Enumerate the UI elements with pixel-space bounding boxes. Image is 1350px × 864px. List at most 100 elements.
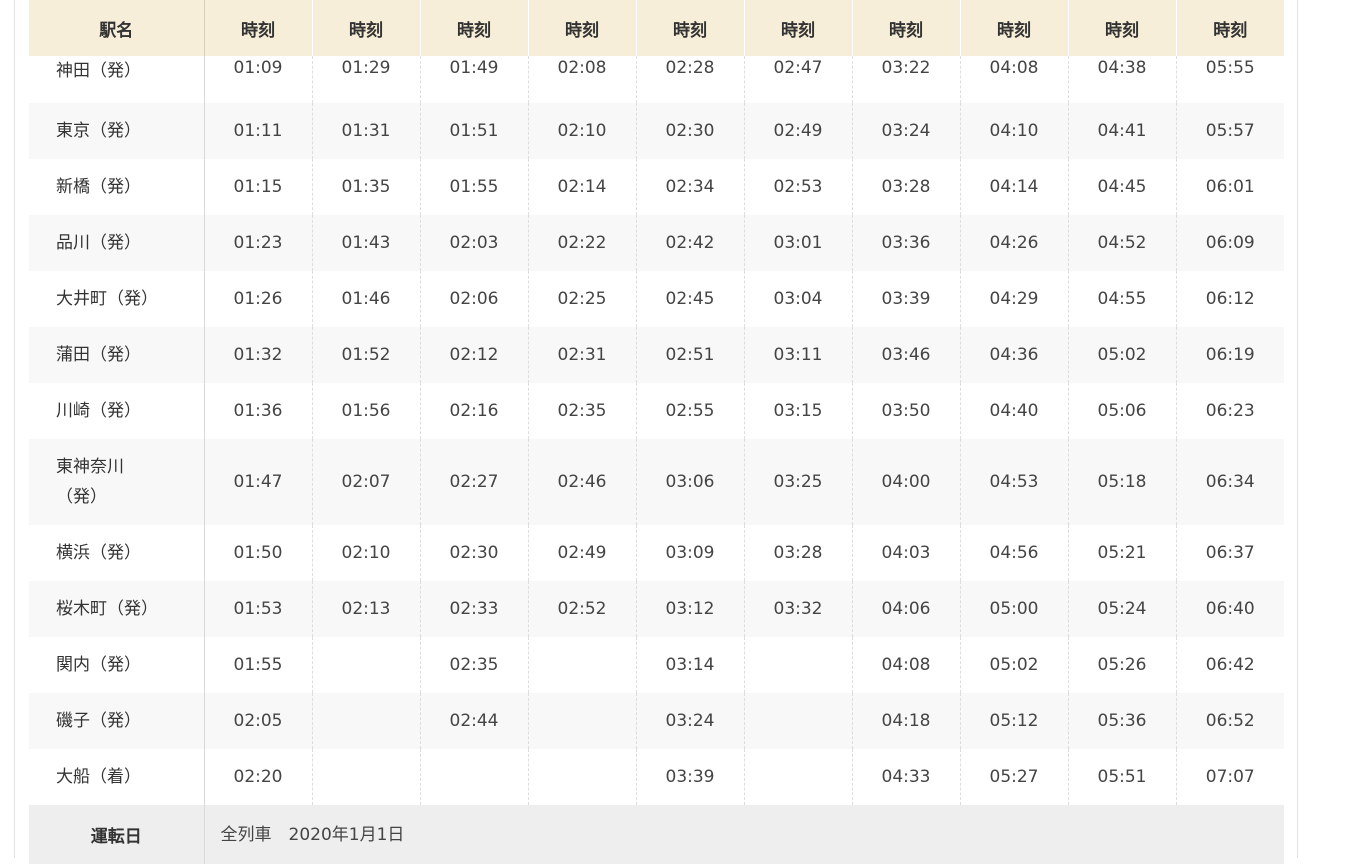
time-cell: 05:21 bbox=[1068, 525, 1177, 581]
time-cell: 01:43 bbox=[312, 215, 421, 271]
time-cell: 03:22 bbox=[852, 56, 961, 103]
time-cell: 01:49 bbox=[420, 56, 529, 103]
header-station: 駅名 bbox=[29, 0, 205, 56]
time-cell: 05:02 bbox=[960, 637, 1069, 693]
time-cell bbox=[528, 637, 637, 693]
time-cell: 05:57 bbox=[1176, 103, 1284, 159]
time-cell: 04:26 bbox=[960, 215, 1069, 271]
time-cell: 03:11 bbox=[744, 327, 853, 383]
station-name: 東京（発） bbox=[29, 103, 205, 159]
station-name: 大船（着） bbox=[29, 749, 205, 805]
time-cell: 02:12 bbox=[420, 327, 529, 383]
time-cell: 01:15 bbox=[204, 159, 313, 215]
time-cell: 02:46 bbox=[528, 439, 637, 525]
time-cell: 02:22 bbox=[528, 215, 637, 271]
time-cell bbox=[528, 749, 637, 805]
time-cell: 06:34 bbox=[1176, 439, 1284, 525]
table-row: 大井町（発） 01:26 01:46 02:06 02:25 02:45 03:… bbox=[29, 271, 1284, 327]
time-cell: 02:10 bbox=[528, 103, 637, 159]
time-cell: 01:09 bbox=[204, 56, 313, 103]
time-cell: 04:45 bbox=[1068, 159, 1177, 215]
time-cell: 03:32 bbox=[744, 581, 853, 637]
time-cell: 01:47 bbox=[204, 439, 313, 525]
time-cell: 02:05 bbox=[204, 693, 313, 749]
time-cell bbox=[312, 693, 421, 749]
time-cell: 04:00 bbox=[852, 439, 961, 525]
operation-day-value: 全列車 2020年1月1日 bbox=[204, 805, 1284, 864]
time-cell: 02:31 bbox=[528, 327, 637, 383]
time-cell bbox=[744, 693, 853, 749]
time-cell: 04:33 bbox=[852, 749, 961, 805]
time-cell: 03:24 bbox=[636, 693, 745, 749]
time-cell: 01:55 bbox=[420, 159, 529, 215]
header-time: 時刻 bbox=[1068, 0, 1177, 56]
time-cell: 03:28 bbox=[852, 159, 961, 215]
time-cell: 01:52 bbox=[312, 327, 421, 383]
time-cell: 03:06 bbox=[636, 439, 745, 525]
table-row: 磯子（発） 02:05 02:44 03:24 04:18 05:12 05:3… bbox=[29, 693, 1284, 749]
time-cell: 03:39 bbox=[636, 749, 745, 805]
timetable-footer: 運転日 全列車 2020年1月1日 bbox=[29, 805, 1284, 864]
time-cell: 02:08 bbox=[528, 56, 637, 103]
time-cell: 05:18 bbox=[1068, 439, 1177, 525]
time-cell: 03:12 bbox=[636, 581, 745, 637]
timetable-header: 駅名 時刻 時刻 時刻 時刻 時刻 時刻 時刻 時刻 時刻 時刻 bbox=[29, 0, 1284, 56]
time-cell: 01:36 bbox=[204, 383, 313, 439]
time-cell: 04:08 bbox=[960, 56, 1069, 103]
header-row: 駅名 時刻 時刻 時刻 時刻 時刻 時刻 時刻 時刻 時刻 時刻 bbox=[29, 0, 1284, 56]
time-cell: 03:25 bbox=[744, 439, 853, 525]
time-cell: 04:56 bbox=[960, 525, 1069, 581]
table-row: 関内（発） 01:55 02:35 03:14 04:08 05:02 05:2… bbox=[29, 637, 1284, 693]
time-cell: 03:39 bbox=[852, 271, 961, 327]
time-cell: 06:09 bbox=[1176, 215, 1284, 271]
time-cell: 01:53 bbox=[204, 581, 313, 637]
time-cell: 02:45 bbox=[636, 271, 745, 327]
time-cell: 02:25 bbox=[528, 271, 637, 327]
time-cell: 02:10 bbox=[312, 525, 421, 581]
table-row: 神田（発） 01:09 01:29 01:49 02:08 02:28 02:4… bbox=[29, 56, 1284, 103]
time-cell: 04:36 bbox=[960, 327, 1069, 383]
time-cell: 04:41 bbox=[1068, 103, 1177, 159]
header-time: 時刻 bbox=[744, 0, 853, 56]
station-name-line1: 東神奈川 bbox=[56, 457, 124, 477]
table-row: 蒲田（発） 01:32 01:52 02:12 02:31 02:51 03:1… bbox=[29, 327, 1284, 383]
time-cell bbox=[312, 749, 421, 805]
time-cell: 02:16 bbox=[420, 383, 529, 439]
time-cell: 01:31 bbox=[312, 103, 421, 159]
time-cell: 01:29 bbox=[312, 56, 421, 103]
time-cell: 02:35 bbox=[420, 637, 529, 693]
time-cell: 03:36 bbox=[852, 215, 961, 271]
table-row: 大船（着） 02:20 03:39 04:33 05:27 05:51 07:0… bbox=[29, 749, 1284, 805]
station-name: 東神奈川 （発） bbox=[29, 439, 205, 525]
station-name: 新橋（発） bbox=[29, 159, 205, 215]
time-cell: 04:06 bbox=[852, 581, 961, 637]
time-cell: 05:06 bbox=[1068, 383, 1177, 439]
time-cell: 01:56 bbox=[312, 383, 421, 439]
time-cell: 04:03 bbox=[852, 525, 961, 581]
table-row: 東京（発） 01:11 01:31 01:51 02:10 02:30 02:4… bbox=[29, 103, 1284, 159]
time-cell: 06:19 bbox=[1176, 327, 1284, 383]
header-time: 時刻 bbox=[636, 0, 745, 56]
header-time: 時刻 bbox=[1176, 0, 1284, 56]
time-cell: 01:26 bbox=[204, 271, 313, 327]
time-cell: 03:15 bbox=[744, 383, 853, 439]
time-cell: 01:11 bbox=[204, 103, 313, 159]
time-cell: 05:36 bbox=[1068, 693, 1177, 749]
time-cell: 03:46 bbox=[852, 327, 961, 383]
time-cell bbox=[312, 637, 421, 693]
time-cell bbox=[744, 749, 853, 805]
time-cell: 02:28 bbox=[636, 56, 745, 103]
header-time: 時刻 bbox=[204, 0, 313, 56]
time-cell: 02:44 bbox=[420, 693, 529, 749]
time-cell: 01:50 bbox=[204, 525, 313, 581]
time-cell: 02:55 bbox=[636, 383, 745, 439]
time-cell: 01:51 bbox=[420, 103, 529, 159]
time-cell: 03:50 bbox=[852, 383, 961, 439]
table-row: 東神奈川 （発） 01:47 02:07 02:27 02:46 03:06 03… bbox=[29, 439, 1284, 525]
time-cell: 03:09 bbox=[636, 525, 745, 581]
timetable-body: 神田（発） 01:09 01:29 01:49 02:08 02:28 02:4… bbox=[29, 56, 1284, 805]
time-cell: 05:00 bbox=[960, 581, 1069, 637]
station-name: 磯子（発） bbox=[29, 693, 205, 749]
header-time: 時刻 bbox=[528, 0, 637, 56]
time-cell: 04:08 bbox=[852, 637, 961, 693]
